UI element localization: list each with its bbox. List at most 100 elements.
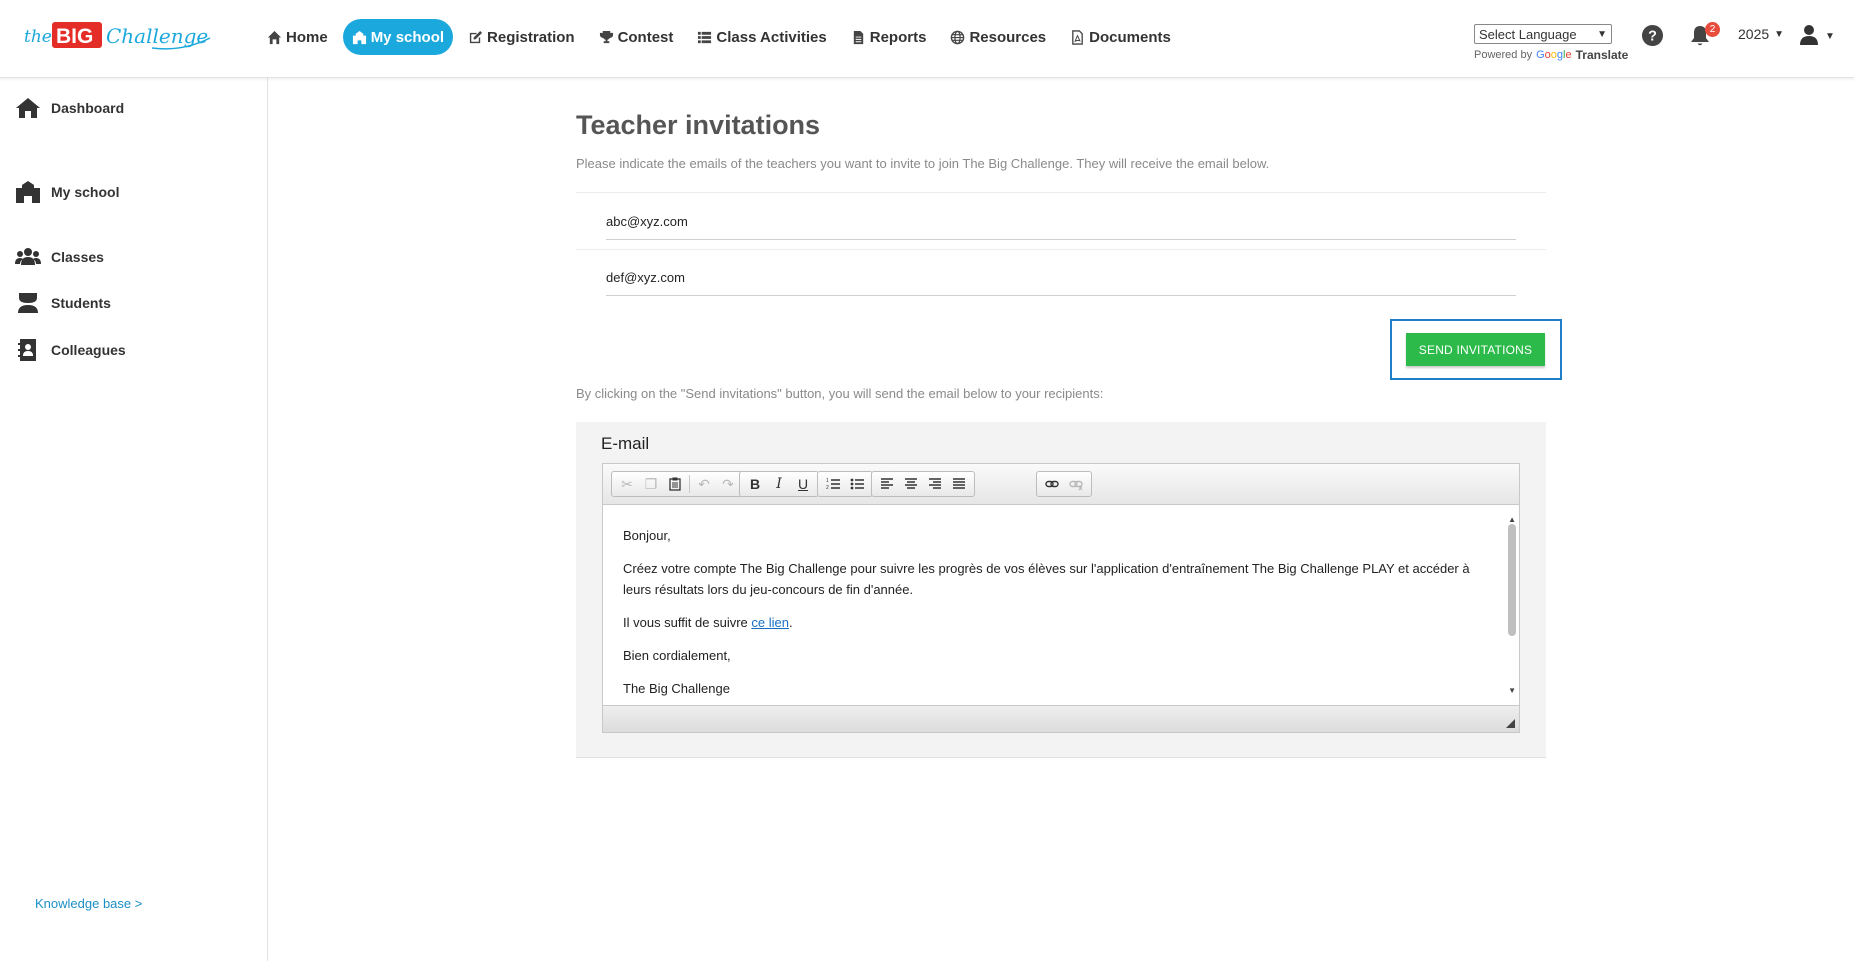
sidebar-item-dashboard[interactable]: Dashboard [15,97,124,119]
svg-text:2: 2 [826,485,829,491]
divider [576,192,1546,193]
align-center-icon[interactable] [899,473,923,495]
year-dropdown[interactable]: 2025 ▼ [1738,26,1784,42]
svg-text:the: the [24,27,52,47]
link-prefix-text: Il vous suffit de suivre [623,615,752,630]
sidebar-item-label: Classes [51,249,104,265]
resize-handle-icon[interactable] [1506,719,1515,728]
user-menu-caret-icon[interactable]: ▼ [1825,31,1835,42]
notification-badge: 2 [1705,22,1720,37]
caret-down-icon: ▼ [1774,28,1785,40]
file-text-icon [853,30,863,44]
ce-lien-link[interactable]: ce lien [751,615,789,630]
school-icon [16,181,40,203]
rich-text-editor: ✂ ❐ ↶ ↷ B I U 12 Bonjour, Créez votre co… [602,463,1520,733]
main-nav: Home My school Registration Contest Clas… [258,19,1186,55]
nav-documents-label: Documents [1089,28,1171,46]
nav-reports-label: Reports [869,28,927,46]
chevron-down-icon: ▼ [1597,28,1607,40]
nav-my-school[interactable]: My school [342,19,454,55]
numbered-list-icon[interactable]: 12 [821,473,845,495]
align-group [871,471,975,497]
powered-by-text: Powered by [1474,49,1533,61]
link-group [1036,471,1092,497]
nav-class-activities-label: Class Activities [716,28,827,46]
send-note: By clicking on the "Send invitations" bu… [576,386,1104,401]
big-challenge-logo[interactable]: the BIG Challenge [22,16,212,56]
list-group: 12 [817,471,873,497]
nav-reports[interactable]: Reports [842,19,936,55]
editor-scrollbar[interactable]: ▲ ▼ [1507,509,1517,701]
send-invitations-button[interactable]: SEND INVITATIONS [1406,333,1545,366]
editor-content[interactable]: Bonjour, Créez votre compte The Big Chal… [603,505,1519,705]
email-paragraph: Créez votre compte The Big Challenge pou… [623,561,1470,597]
email-field[interactable]: def@xyz.com [606,260,1516,296]
help-icon[interactable]: ? [1641,24,1664,47]
sidebar-item-my-school[interactable]: My school [15,181,119,203]
svg-text:BIG: BIG [56,25,93,48]
sidebar-item-colleagues[interactable]: Colleagues [15,339,126,361]
italic-icon[interactable]: I [767,473,791,495]
email-heading: E-mail [601,434,650,453]
nav-home[interactable]: Home [258,19,337,55]
user-icon[interactable] [1799,24,1819,46]
nav-contest[interactable]: Contest [590,19,683,55]
nav-contest-label: Contest [617,28,674,46]
format-group: B I U [739,471,819,497]
undo-icon[interactable]: ↶ [692,473,716,495]
scroll-thumb[interactable] [1508,524,1516,636]
paste-icon[interactable] [663,473,687,495]
page-subtitle: Please indicate the emails of the teache… [576,156,1270,171]
nav-home-label: Home [286,28,328,46]
google-translate-widget: Select Language ▼ Powered by Google Tran… [1474,24,1628,62]
underline-icon[interactable]: U [791,473,815,495]
bold-icon[interactable]: B [743,473,767,495]
trophy-icon [599,30,613,43]
copy-icon[interactable]: ❐ [639,473,663,495]
edit-icon [469,30,483,43]
unlink-icon[interactable] [1064,473,1088,495]
align-left-icon[interactable] [875,473,899,495]
knowledge-base-link[interactable]: Knowledge base > [35,896,142,911]
top-navbar: the BIG Challenge Home My school Registr… [0,0,1854,78]
clipboard-group: ✂ ❐ ↶ ↷ [611,471,744,497]
toolbar-separator [689,475,690,493]
nav-resources-label: Resources [969,28,1047,46]
nav-class-activities[interactable]: Class Activities [688,19,835,55]
users-icon [15,248,41,265]
nav-registration[interactable]: Registration [459,19,584,55]
globe-icon [951,30,965,44]
sidebar-item-classes[interactable]: Classes [15,246,104,268]
nav-registration-label: Registration [487,28,575,46]
divider [576,249,1546,250]
email-closing: Bien cordialement, [623,648,731,663]
sidebar-item-label: Students [51,295,111,311]
sidebar-item-students[interactable]: Students [15,292,111,314]
email-signature: The Big Challenge [623,681,730,696]
sidebar-item-label: Colleagues [51,342,126,358]
nav-resources[interactable]: Resources [941,19,1055,55]
nav-documents[interactable]: Documents [1061,19,1180,55]
translate-link[interactable]: Translate [1576,48,1629,62]
email-greeting: Bonjour, [623,528,671,543]
bulleted-list-icon[interactable] [845,473,869,495]
sidebar-item-label: My school [51,184,120,200]
language-select-value: Select Language [1479,26,1577,42]
link-icon[interactable] [1040,473,1064,495]
redo-icon[interactable]: ↷ [716,473,740,495]
page-title: Teacher invitations [576,110,821,140]
scroll-down-icon[interactable]: ▼ [1508,680,1516,701]
cut-icon[interactable]: ✂ [615,473,639,495]
email-preview-panel: E-mail ✂ ❐ ↶ ↷ B I U 1 2 Bonjour, Créez … [576,422,1546,758]
school-icon [352,30,366,44]
home-icon [267,30,282,44]
google-logo: Google [1536,49,1572,61]
language-select[interactable]: Select Language ▼ [1474,24,1612,44]
align-right-icon[interactable] [923,473,947,495]
email-field[interactable]: abc@xyz.com [606,204,1516,240]
editor-statusbar [603,705,1519,732]
pdf-icon [1072,29,1083,45]
contact-book-icon [18,339,36,361]
align-justify-icon[interactable] [947,473,971,495]
list-icon [698,31,712,43]
